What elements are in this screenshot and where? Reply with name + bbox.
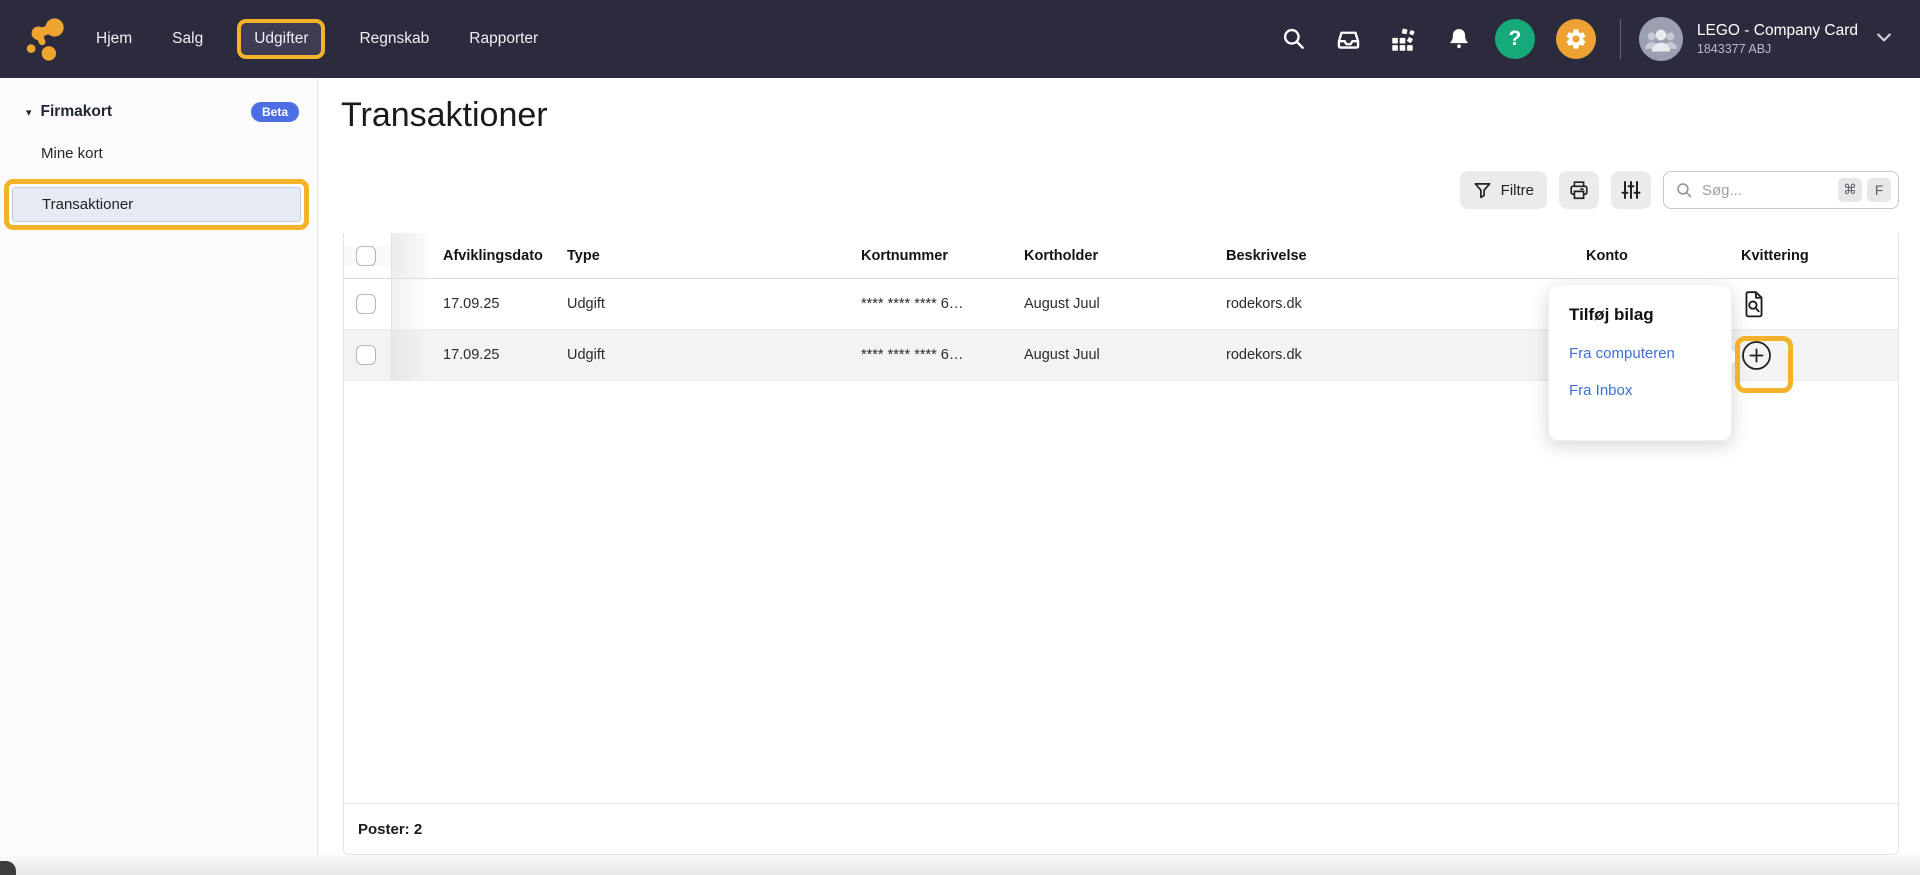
print-button[interactable] <box>1559 171 1599 209</box>
nav-item-salg[interactable]: Salg <box>172 30 203 48</box>
sidebar-item-transaktioner[interactable]: Transaktioner <box>12 187 301 222</box>
cell-kortholder: August Juul <box>1024 296 1100 312</box>
column-header-kortholder[interactable]: Kortholder <box>1008 248 1210 264</box>
notifications-bell-icon[interactable] <box>1444 24 1474 54</box>
table-footer: Poster: 2 <box>344 803 1898 854</box>
annotation-box-add-receipt <box>1735 336 1793 393</box>
popup-link-from-computer[interactable]: Fra computeren <box>1569 345 1731 362</box>
table-toolbar: Filtre ⌘ F <box>1459 171 1899 209</box>
filter-button-label: Filtre <box>1500 181 1534 199</box>
app-window: Hjem Salg Udgifter Regnskab Rapporter ? … <box>0 0 1920 875</box>
receipt-preview-icon[interactable] <box>1741 290 1767 318</box>
cell-kvittering <box>1725 290 1900 318</box>
cell-beskrivelse: rodekors.dk <box>1226 296 1302 312</box>
shortcut-f-key: F <box>1867 178 1891 202</box>
filter-button[interactable]: Filtre <box>1459 171 1547 209</box>
cell-afviklingsdato: 17.09.25 <box>443 347 500 363</box>
sidebar-item-mine-kort[interactable]: Mine kort <box>0 136 317 171</box>
column-header-kvittering[interactable]: Kvittering <box>1725 248 1900 264</box>
pinned-column-divider <box>391 279 427 329</box>
account-avatar[interactable] <box>1638 17 1683 61</box>
cell-kortnummer: **** **** **** 6… <box>861 296 964 312</box>
column-header-type[interactable]: Type <box>551 248 845 264</box>
column-header-afviklingsdato[interactable]: Afviklingsdato <box>427 248 551 264</box>
chevron-down-icon[interactable] <box>1874 27 1894 52</box>
inbox-icon[interactable] <box>1334 24 1364 54</box>
search-icon <box>1677 182 1692 197</box>
table-search: ⌘ F <box>1663 171 1899 209</box>
account-name: LEGO - Company Card <box>1696 21 1858 39</box>
pinned-column-divider <box>391 233 427 278</box>
page-title: Transaktioner <box>341 96 548 134</box>
beta-badge: Beta <box>250 102 299 122</box>
row-checkbox[interactable] <box>356 345 376 365</box>
sliders-icon <box>1621 181 1641 199</box>
caret-down-icon: ▾ <box>26 106 32 119</box>
sidebar: ▾ Firmakort Beta Mine kort Transaktioner <box>0 78 318 875</box>
main-nav: Hjem Salg Udgifter Regnskab Rapporter <box>96 19 538 59</box>
sidebar-section-firmakort[interactable]: ▾ Firmakort Beta <box>26 102 299 122</box>
shortcut-cmd-key: ⌘ <box>1838 178 1862 202</box>
record-count: Poster: 2 <box>358 820 423 838</box>
annotation-box-udgifter: Udgifter <box>237 19 326 59</box>
table-empty-area <box>344 381 1898 803</box>
search-input[interactable] <box>1702 181 1833 199</box>
column-settings-button[interactable] <box>1611 171 1651 209</box>
cell-kortholder: August Juul <box>1024 347 1100 363</box>
cell-type: Udgift <box>567 347 605 363</box>
table-header-row: Afviklingsdato Type Kortnummer Kortholde… <box>344 233 1898 279</box>
cell-beskrivelse: rodekors.dk <box>1226 347 1302 363</box>
nav-item-rapporter[interactable]: Rapporter <box>469 30 538 48</box>
annotation-box-transaktioner: Transaktioner <box>4 179 309 230</box>
pinned-column-divider <box>391 330 427 380</box>
add-attachment-popup: Tilføj bilag Fra computeren Fra Inbox <box>1548 284 1740 441</box>
select-all-checkbox[interactable] <box>356 245 376 266</box>
column-header-konto[interactable]: Konto <box>1570 248 1725 264</box>
nav-item-regnskab[interactable]: Regnskab <box>359 30 429 48</box>
sidebar-section-label: Firmakort <box>40 103 113 120</box>
column-header-beskrivelse[interactable]: Beskrivelse <box>1210 248 1570 264</box>
apps-grid-icon[interactable] <box>1389 24 1419 54</box>
nav-item-udgifter[interactable]: Udgifter <box>254 30 308 48</box>
gear-icon <box>1566 29 1586 49</box>
cell-afviklingsdato: 17.09.25 <box>443 296 500 312</box>
select-all-checkbox-cell <box>344 245 391 266</box>
popup-link-from-inbox[interactable]: Fra Inbox <box>1569 382 1731 399</box>
account-info[interactable]: LEGO - Company Card 1843377 ABJ <box>1697 21 1858 58</box>
printer-icon <box>1570 181 1588 200</box>
cell-kortnummer: **** **** **** 6… <box>861 347 964 363</box>
row-checkbox[interactable] <box>356 294 376 314</box>
top-navbar: Hjem Salg Udgifter Regnskab Rapporter ? … <box>0 0 1920 78</box>
settings-button[interactable] <box>1555 19 1596 59</box>
navbar-divider <box>1619 19 1621 59</box>
search-icon[interactable] <box>1279 24 1309 54</box>
window-bottom-strip <box>0 855 1920 875</box>
help-button[interactable]: ? <box>1494 19 1535 59</box>
column-header-kortnummer[interactable]: Kortnummer <box>845 248 1008 264</box>
brand-logo-icon[interactable] <box>22 16 68 62</box>
account-id: 1843377 ABJ <box>1696 41 1772 56</box>
cell-type: Udgift <box>567 296 605 312</box>
funnel-icon <box>1474 182 1491 198</box>
nav-item-hjem[interactable]: Hjem <box>96 30 132 48</box>
help-question-glyph: ? <box>1508 27 1522 50</box>
popup-title: Tilføj bilag <box>1569 305 1654 324</box>
